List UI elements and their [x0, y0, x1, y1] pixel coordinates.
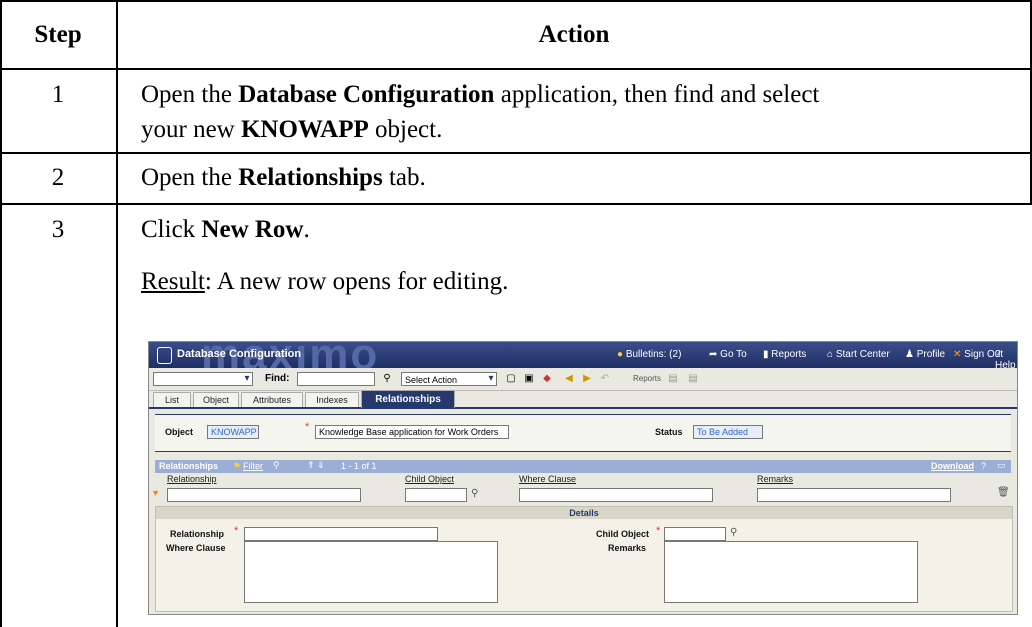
step-3-result: Result: A new row opens for editing. — [141, 268, 509, 295]
next-icon[interactable]: ▶ — [581, 373, 593, 385]
query-dropdown[interactable] — [153, 372, 253, 386]
previous-icon[interactable]: ◀ — [563, 373, 575, 385]
clear-icon[interactable]: ◆ — [541, 373, 553, 385]
trash-icon[interactable]: 🗑 — [997, 487, 1010, 498]
minimize-icon[interactable]: ▭ — [997, 460, 1006, 471]
description-field[interactable]: Knowledge Base application for Work Orde… — [315, 425, 509, 439]
required-icon: * — [656, 525, 661, 537]
paging-text: 1 - 1 of 1 — [341, 461, 377, 471]
previous-row-icon[interactable]: ⇑ — [307, 460, 315, 471]
bulletins-link[interactable]: ● Bulletins: (2) — [617, 349, 681, 360]
step-1-text-line1: Open the Database Configuration applicat… — [141, 81, 820, 108]
table-divider — [116, 0, 118, 627]
table-title: Relationships — [159, 461, 219, 471]
step-3-text: Click New Row. — [141, 216, 310, 243]
tab-attributes[interactable]: Attributes — [241, 392, 303, 407]
reports-link[interactable]: ▮ Reports — [763, 349, 806, 360]
header-action: Action — [538, 21, 610, 48]
tab-list[interactable]: List — [153, 392, 191, 407]
download-link[interactable]: Download — [931, 461, 974, 471]
find-label: Find: — [265, 373, 290, 384]
where-clause-textarea[interactable] — [244, 541, 498, 603]
title-bar: maximo Database Configuration ● Bulletin… — [149, 342, 1017, 379]
required-icon: * — [305, 421, 310, 433]
where-clause-cell-input[interactable] — [519, 488, 713, 502]
status-field[interactable]: To Be Added — [693, 425, 763, 439]
remarks-textarea[interactable] — [664, 541, 918, 603]
table-rule — [0, 203, 1032, 205]
start-center-link[interactable]: ⌂ Start Center — [827, 349, 890, 360]
filter-link[interactable]: Filter — [243, 461, 263, 471]
child-object-label: Child Object — [596, 529, 650, 539]
new-record-icon[interactable]: ▢ — [505, 373, 517, 385]
find-input[interactable] — [297, 372, 375, 386]
column-header-relationship[interactable]: Relationship — [167, 474, 217, 484]
goto-link[interactable]: ➦ Go To — [709, 349, 747, 360]
chevron-down-icon[interactable]: ▾ — [485, 373, 497, 385]
remarks-label: Remarks — [608, 543, 647, 553]
tab-relationships[interactable]: Relationships — [361, 390, 455, 408]
help-icon[interactable]: ? — [981, 461, 986, 471]
object-label: Object — [165, 427, 194, 437]
step-number: 3 — [51, 216, 65, 243]
filter-icon: ⚑ — [233, 461, 242, 471]
details-section: Details Relationship * Child Object * ⚲ … — [155, 506, 1013, 612]
save-icon[interactable]: ▣ — [523, 373, 535, 385]
binoculars-icon[interactable]: ⚲ — [381, 373, 393, 385]
required-icon: * — [234, 525, 239, 537]
lookup-icon[interactable]: ⚲ — [730, 527, 737, 538]
profile-link[interactable]: ♟ Profile — [905, 349, 945, 360]
relationship-input[interactable] — [244, 527, 438, 541]
toolbar: ▾ Find: ⚲ Select Action ▾ ▢ ▣ ◆ ◀ ▶ ↶ Re… — [149, 368, 1017, 391]
tab-bar: List Object Attributes Indexes Relations… — [149, 390, 1017, 409]
table-rule — [0, 152, 1032, 154]
object-field[interactable]: KNOWAPP — [207, 425, 259, 439]
child-object-cell-input[interactable] — [405, 488, 467, 502]
table-rule — [0, 68, 1032, 70]
step-number: 1 — [51, 81, 65, 108]
lookup-icon[interactable]: ⚲ — [471, 488, 478, 499]
step-2-text: Open the Relationships tab. — [141, 164, 426, 191]
child-object-input[interactable] — [664, 527, 726, 541]
binoculars-icon[interactable]: ⚲ — [273, 460, 280, 471]
column-header-child-object[interactable]: Child Object — [405, 474, 454, 484]
app-title: Database Configuration — [177, 348, 302, 360]
tab-object[interactable]: Object — [193, 392, 239, 407]
where-clause-label: Where Clause — [166, 543, 226, 553]
database-icon — [157, 347, 172, 364]
details-title: Details — [156, 507, 1012, 519]
relationship-cell-input[interactable] — [167, 488, 361, 502]
header-section: Object KNOWAPP * Knowledge Base applicat… — [155, 414, 1011, 452]
relationships-table-bar: Relationships ⚑ Filter ⚲ ⇑ ⇓ 1 - 1 of 1 … — [155, 460, 1011, 473]
row-expand-icon[interactable]: ▾ — [153, 488, 158, 499]
report-icon[interactable]: ▤ — [667, 373, 679, 385]
header-step: Step — [34, 21, 82, 48]
remarks-cell-input[interactable] — [757, 488, 951, 502]
maximo-screenshot: maximo Database Configuration ● Bulletin… — [148, 341, 1018, 615]
relationship-label: Relationship — [170, 529, 225, 539]
undo-icon[interactable]: ↶ — [599, 373, 611, 385]
column-header-remarks[interactable]: Remarks — [757, 474, 793, 484]
tab-indexes[interactable]: Indexes — [305, 392, 359, 407]
status-label: Status — [655, 427, 683, 437]
table-border-top — [0, 0, 1032, 2]
column-header-where-clause[interactable]: Where Clause — [519, 474, 576, 484]
step-1-text-line2: your new KNOWAPP object. — [141, 116, 443, 143]
chevron-down-icon[interactable]: ▾ — [241, 373, 253, 385]
next-row-icon[interactable]: ⇓ — [317, 460, 325, 471]
report-icon[interactable]: ▤ — [687, 373, 699, 385]
select-action-dropdown[interactable]: Select Action — [401, 372, 497, 386]
reports-label[interactable]: Reports — [633, 374, 661, 383]
step-number: 2 — [51, 164, 65, 191]
